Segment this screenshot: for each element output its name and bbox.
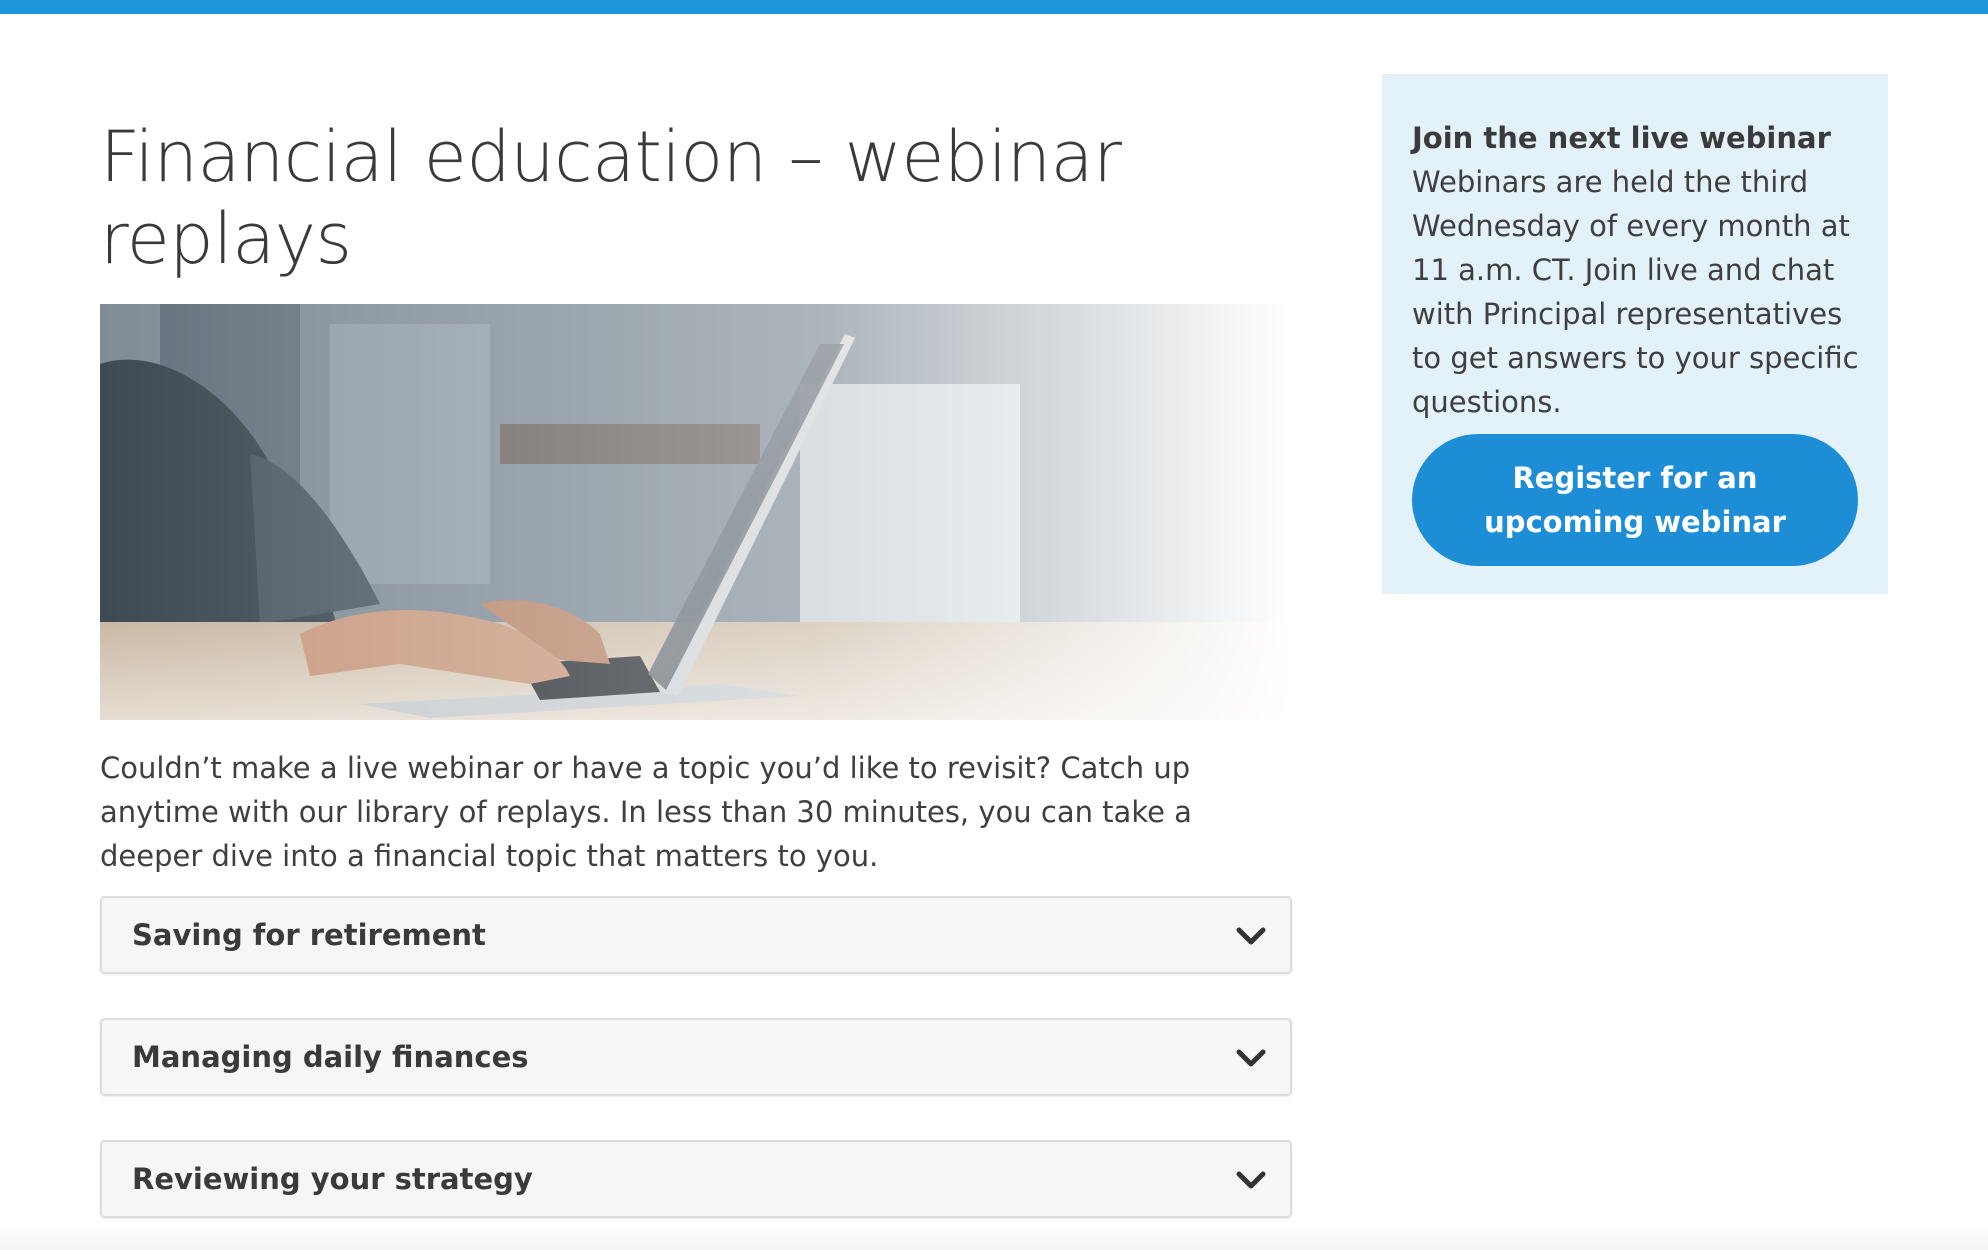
live-webinar-card: Join the next live webinar Webinars are … [1382,74,1888,594]
accordion-saving-for-retirement[interactable]: Saving for retirement [100,896,1292,974]
page-title: Financial education – webinar replays [100,116,1122,280]
hero-illustration [100,304,1292,720]
card-heading: Join the next live webinar [1412,121,1831,155]
accordion-label: Saving for retirement [132,918,486,952]
register-webinar-button[interactable]: Register for an upcoming webinar [1412,434,1858,566]
accordion-managing-daily-finances[interactable]: Managing daily finances [100,1018,1292,1096]
bottom-shade [0,1224,1988,1250]
top-accent-bar [0,0,1988,14]
accordion-label: Managing daily finances [132,1040,529,1074]
chevron-down-icon [1236,1049,1266,1067]
page: Financial education – webinar replays Co… [0,14,1988,1250]
accordion-label: Reviewing your strategy [132,1162,533,1196]
chevron-down-icon [1236,927,1266,945]
chevron-down-icon [1236,1171,1266,1189]
intro-text: Couldn’t make a live webinar or have a t… [100,751,1192,873]
card-body: Webinars are held the third Wednesday of… [1412,165,1859,419]
hero-image [100,304,1292,720]
accordion-reviewing-your-strategy[interactable]: Reviewing your strategy [100,1140,1292,1218]
